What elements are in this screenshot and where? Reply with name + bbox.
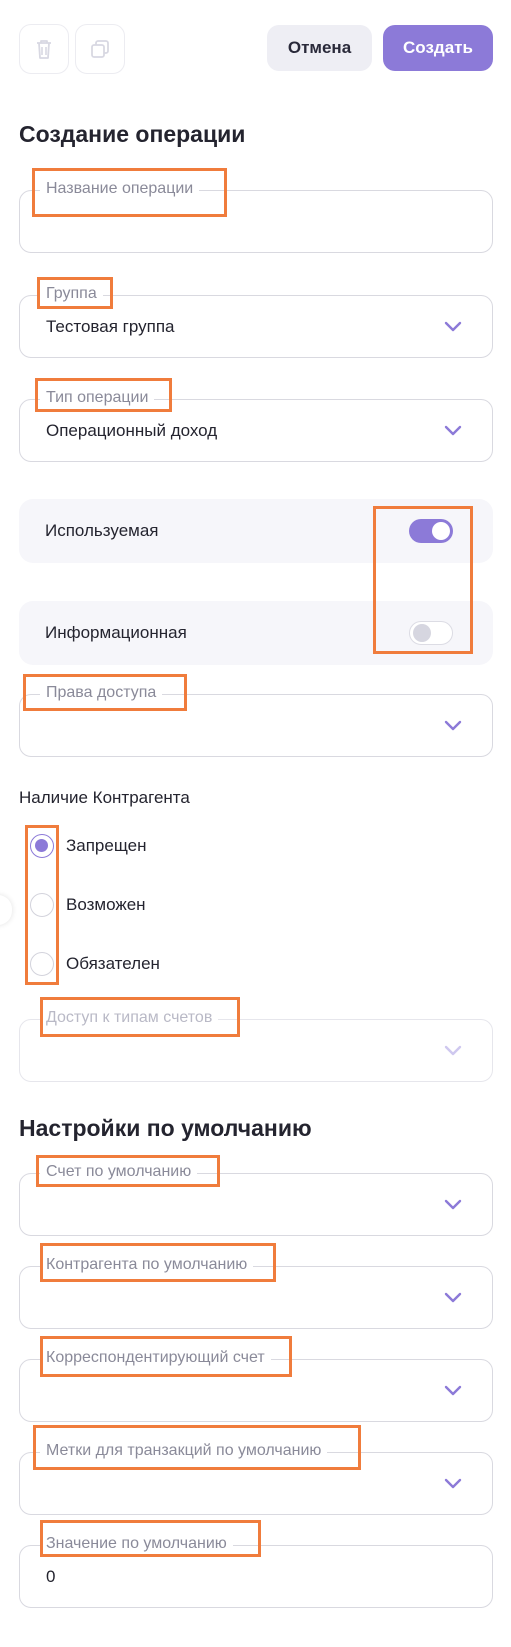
access-rights-select[interactable]: Права доступа	[19, 684, 493, 757]
group-label: Группа	[40, 285, 103, 303]
defaults-title: Настройки по умолчанию	[19, 1115, 312, 1141]
radio-button[interactable]	[30, 893, 54, 917]
info-toggle-label: Информационная	[45, 623, 187, 642]
chevron-down-icon	[444, 1385, 462, 1395]
info-toggle[interactable]	[409, 621, 453, 645]
default-account-label: Счет по умолчанию	[40, 1163, 198, 1181]
trash-icon	[37, 40, 51, 59]
radio-label: Запрещен	[66, 836, 147, 855]
chevron-down-icon	[444, 720, 462, 730]
account-types-label: Доступ к типам счетов	[40, 1009, 219, 1027]
default-counterparty-label: Контрагента по умолчанию	[40, 1256, 254, 1274]
account-types-select[interactable]: Доступ к типам счетов	[19, 1009, 493, 1082]
corr-account-label: Корреспондентирующий счет	[40, 1349, 271, 1367]
radio-option-required[interactable]: Обязателен	[30, 951, 160, 977]
toggle-knob	[413, 624, 431, 642]
radio-label: Возможен	[66, 895, 146, 914]
cancel-button[interactable]: Отмена	[267, 25, 372, 71]
operation-type-label: Тип операции	[40, 389, 155, 407]
used-toggle[interactable]	[409, 519, 453, 543]
used-toggle-row: Используемая	[19, 499, 493, 563]
toggle-knob	[432, 522, 450, 540]
used-toggle-label: Используемая	[45, 521, 159, 540]
info-toggle-row: Информационная	[19, 601, 493, 665]
radio-button[interactable]	[30, 834, 54, 858]
operation-type-value: Операционный доход	[46, 421, 218, 440]
copy-icon	[91, 40, 109, 58]
chevron-down-icon	[444, 425, 462, 435]
chevron-down-icon	[444, 1199, 462, 1209]
default-value-input[interactable]: 0	[46, 1567, 55, 1587]
access-rights-label: Права доступа	[40, 684, 163, 702]
copy-button[interactable]	[75, 24, 125, 74]
default-counterparty-select[interactable]: Контрагента по умолчанию	[19, 1256, 493, 1329]
chevron-down-icon	[444, 1478, 462, 1488]
default-value-label: Значение по умолчанию	[40, 1535, 233, 1553]
create-button[interactable]: Создать	[383, 25, 493, 71]
chevron-down-icon	[444, 1045, 462, 1055]
side-panel-handle[interactable]	[0, 895, 12, 925]
counterparty-presence-label: Наличие Контрагента	[19, 788, 190, 807]
group-value: Тестовая группа	[46, 317, 175, 336]
delete-button[interactable]	[19, 24, 69, 74]
corr-account-select[interactable]: Корреспондентирующий счет	[19, 1349, 493, 1422]
radio-option-possible[interactable]: Возможен	[30, 892, 146, 918]
radio-button[interactable]	[30, 952, 54, 976]
radio-label: Обязателен	[66, 954, 160, 973]
default-tags-label: Метки для транзакций по умолчанию	[40, 1442, 328, 1460]
default-tags-select[interactable]: Метки для транзакций по умолчанию	[19, 1442, 493, 1515]
default-value-field[interactable]: Значение по умолчанию 0	[19, 1535, 493, 1608]
radio-option-forbidden[interactable]: Запрещен	[30, 833, 146, 859]
chevron-down-icon	[444, 1292, 462, 1302]
chevron-down-icon	[444, 321, 462, 331]
group-select[interactable]: Группа Тестовая группа	[19, 285, 493, 358]
default-account-select[interactable]: Счет по умолчанию	[19, 1163, 493, 1236]
operation-name-field[interactable]: Название операции	[19, 180, 493, 253]
operation-type-select[interactable]: Тип операции Операционный доход	[19, 389, 493, 462]
operation-name-label: Название операции	[40, 180, 200, 198]
page-title: Создание операции	[19, 121, 246, 147]
